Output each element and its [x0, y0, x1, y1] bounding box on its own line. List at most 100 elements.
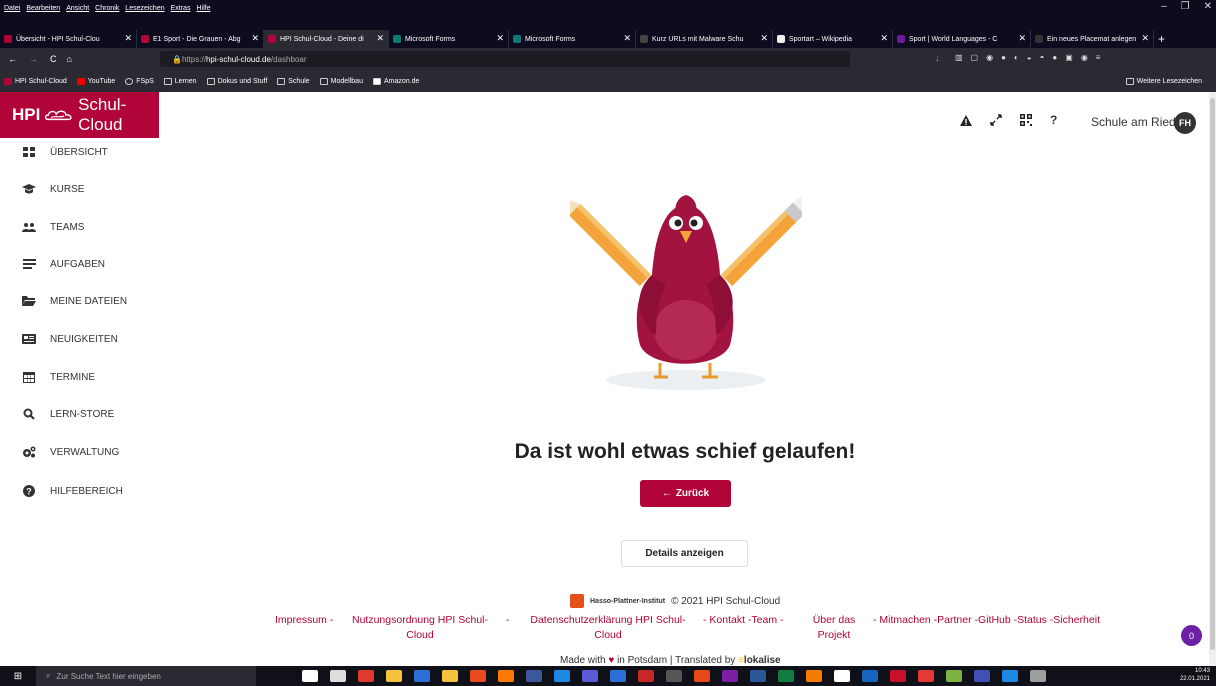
app-logo[interactable]: HPI Schul-Cloud: [0, 92, 159, 138]
help-icon[interactable]: ?: [1050, 113, 1057, 127]
bookmark-amazon[interactable]: Amazon.de: [372, 77, 419, 85]
sidebar-item-verwaltung[interactable]: VERWALTUNG: [0, 437, 159, 467]
sidebar-item-neuigkeiten[interactable]: NEUIGKEITEN: [0, 324, 159, 354]
bookmark-modellbau[interactable]: Modellbau: [319, 77, 363, 85]
bookmark-fsps[interactable]: FSpS: [125, 77, 154, 85]
other-bookmarks[interactable]: Weitere Lesezeichen: [1125, 77, 1202, 85]
download-icon[interactable]: ↓: [935, 53, 940, 63]
translator-name[interactable]: lokalise: [744, 655, 781, 666]
back-arrow-icon[interactable]: ←: [8, 54, 17, 64]
taskbar-app-icon[interactable]: [890, 670, 906, 682]
bookmark-youtube[interactable]: YouTube: [76, 77, 115, 85]
taskbar-app-icon[interactable]: [414, 670, 430, 682]
tab-close-icon[interactable]: ✕: [1141, 33, 1149, 44]
menu-hilfe[interactable]: Hilfe: [196, 5, 210, 12]
taskbar-app-icon[interactable]: [974, 670, 990, 682]
forward-arrow-icon[interactable]: →: [29, 54, 38, 64]
menu-bearbeiten[interactable]: Bearbeiten: [26, 5, 60, 12]
menu-ansicht[interactable]: Ansicht: [66, 5, 89, 12]
fullscreen-icon[interactable]: [990, 114, 1002, 126]
taskbar-app-icon[interactable]: [498, 670, 514, 682]
taskbar-search[interactable]: ⌕ Zur Suche Text hier eingeben: [36, 666, 256, 686]
taskbar-app-icon[interactable]: [1030, 670, 1046, 682]
footer-link-projekt[interactable]: Über das Projekt: [806, 613, 862, 643]
taskbar-app-icon[interactable]: [918, 670, 934, 682]
browser-tab[interactable]: Sportart – Wikipedia ✕: [773, 30, 893, 48]
tab-close-icon[interactable]: ✕: [376, 33, 384, 44]
taskbar-app-icon[interactable]: [862, 670, 878, 682]
browser-tab[interactable]: Ein neues Placemat anlegen ✕: [1031, 30, 1154, 48]
clock-date[interactable]: 22.01.2021: [1180, 675, 1210, 683]
footer-link-datenschutz[interactable]: Datenschutzerklärung HPI Schul-Cloud: [524, 613, 692, 643]
taskbar-app-icon[interactable]: [694, 670, 710, 682]
tab-close-icon[interactable]: ✕: [1018, 33, 1026, 44]
footer-link-more[interactable]: - Mitmachen -Partner -GitHub -Status -Si…: [873, 613, 1100, 628]
taskbar-app-icon[interactable]: [302, 670, 318, 682]
menu-chronik[interactable]: Chronik: [95, 5, 119, 12]
bookmark-lernen[interactable]: Lernen: [163, 77, 197, 85]
tab-close-icon[interactable]: ✕: [124, 33, 132, 44]
taskbar-app-icon[interactable]: [526, 670, 542, 682]
taskbar-app-icon[interactable]: [610, 670, 626, 682]
taskbar-app-icon[interactable]: [470, 670, 486, 682]
toolbar-extension-icons[interactable]: ▥▢◉●◐◒◓●▣◉≡: [955, 53, 1108, 62]
taskbar-app-icon[interactable]: [554, 670, 570, 682]
new-tab-icon[interactable]: +: [1154, 30, 1169, 48]
reload-icon[interactable]: C: [50, 54, 57, 64]
show-details-button[interactable]: Details anzeigen: [621, 540, 748, 567]
close-window-icon[interactable]: ✕: [1204, 1, 1212, 12]
bookmark-dokus[interactable]: Dokus und Stuff: [206, 77, 267, 85]
windows-start-icon[interactable]: ⊞: [0, 666, 36, 686]
browser-tab[interactable]: Microsoft Forms ✕: [389, 30, 509, 48]
taskbar-app-icon[interactable]: [778, 670, 794, 682]
taskbar-app-icon[interactable]: [806, 670, 822, 682]
browser-tab[interactable]: Kurz URLs mit Malware Schu ✕: [636, 30, 773, 48]
clock-time[interactable]: 10:43: [1180, 667, 1210, 675]
footer-link-kontakt-team[interactable]: - Kontakt -Team -: [703, 613, 784, 628]
browser-tab[interactable]: HPI Schul-Cloud - Deine di ✕: [264, 30, 389, 48]
sidebar-item-hilfebereich[interactable]: ? HILFEBEREICH: [0, 476, 159, 506]
sidebar-item-termine[interactable]: TERMINE: [0, 362, 159, 392]
bookmark-hpi[interactable]: HPI Schul-Cloud: [4, 77, 67, 85]
browser-tab[interactable]: Übersicht - HPI Schul-Clou ✕: [0, 30, 137, 48]
taskbar-app-icon[interactable]: [386, 670, 402, 682]
tab-close-icon[interactable]: ✕: [760, 33, 768, 44]
browser-tab[interactable]: Sport | World Languages - C ✕: [893, 30, 1031, 48]
bookmark-schule[interactable]: Schule: [277, 77, 310, 85]
taskbar-app-icon[interactable]: [582, 670, 598, 682]
scrollbar-thumb[interactable]: [1210, 98, 1215, 650]
page-scrollbar[interactable]: [1209, 92, 1216, 666]
tab-close-icon[interactable]: ✕: [623, 33, 631, 44]
restore-icon[interactable]: ❐: [1181, 1, 1190, 12]
notification-badge[interactable]: 0: [1181, 625, 1202, 646]
menu-datei[interactable]: Datei: [4, 5, 20, 12]
taskbar-app-icon[interactable]: [834, 670, 850, 682]
back-button[interactable]: ← Zurück: [640, 480, 731, 507]
sidebar-item-kurse[interactable]: KURSE: [0, 174, 159, 204]
sidebar-item-meine-dateien[interactable]: MEINE DATEIEN: [0, 286, 159, 316]
taskbar-app-icon[interactable]: [1002, 670, 1018, 682]
tab-close-icon[interactable]: ✕: [880, 33, 888, 44]
url-bar[interactable]: 🔒 https://hpi-schul-cloud.de/dashboar: [160, 51, 850, 67]
tab-close-icon[interactable]: ✕: [496, 33, 504, 44]
footer-link-nutzungsordnung[interactable]: Nutzungsordnung HPI Schul-Cloud: [348, 613, 492, 643]
taskbar-app-icon[interactable]: [666, 670, 682, 682]
minimize-icon[interactable]: –: [1161, 1, 1167, 12]
taskbar-app-icon[interactable]: [442, 670, 458, 682]
home-icon[interactable]: ⌂: [67, 54, 72, 64]
sidebar-item-lern-store[interactable]: LERN-STORE: [0, 399, 159, 429]
browser-tab[interactable]: Microsoft Forms ✕: [509, 30, 636, 48]
menu-extras[interactable]: Extras: [171, 5, 191, 12]
tab-close-icon[interactable]: ✕: [251, 33, 259, 44]
taskbar-app-icon[interactable]: [358, 670, 374, 682]
menu-lesezeichen[interactable]: Lesezeichen: [125, 5, 164, 12]
taskbar-app-icon[interactable]: [946, 670, 962, 682]
taskbar-app-icon[interactable]: [722, 670, 738, 682]
sidebar-item-teams[interactable]: TEAMS: [0, 212, 159, 242]
qr-code-icon[interactable]: [1020, 114, 1032, 126]
footer-link-impressum[interactable]: Impressum -: [275, 613, 333, 628]
warning-icon[interactable]: [960, 114, 972, 126]
avatar[interactable]: FH: [1174, 112, 1196, 134]
sidebar-item-aufgaben[interactable]: AUFGABEN: [0, 249, 159, 279]
sidebar-item-übersicht[interactable]: ÜBERSICHT: [0, 137, 159, 167]
